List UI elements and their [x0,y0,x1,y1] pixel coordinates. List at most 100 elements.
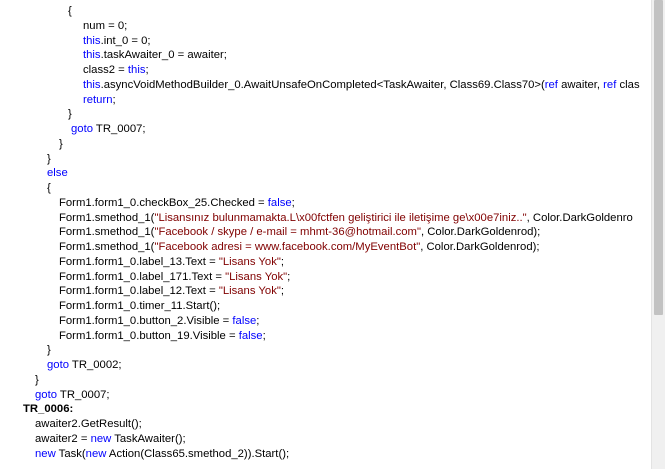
code-text: Form1.form1_0.button_19.Visible = [59,329,239,342]
code-line: else [0,166,651,181]
code-text: clas [616,78,640,91]
code-string: "Lisansınız bulunmamakta.L\x00fctfen gel… [154,211,527,224]
code-line: Form1.form1_0.checkBox_25.Checked = fals… [0,196,651,211]
code-text: ; [280,285,284,298]
code-string: "Lisans Yok" [218,285,281,298]
code-line: goto TR_0007; [0,388,651,403]
code-keyword: ref [603,78,617,91]
code-text: num = 0; [83,19,128,32]
code-text: awaiter2.GetResult(); [35,418,142,430]
code-text: } [47,152,51,165]
code-keyword: else [47,167,68,180]
code-keyword: new [35,447,56,460]
code-line: Form1.form1_0.timer_11.Start(); [0,299,651,314]
code-line: goto TR_0007; [0,122,651,137]
code-keyword: goto [35,388,57,401]
code-line: Form1.form1_0.label_12.Text = "Lisans Yo… [0,284,651,299]
code-line: return; [0,93,651,108]
code-keyword: false [232,314,257,327]
code-line: new Task(new Action(Class65.smethod_2)).… [0,447,651,462]
code-label: TR_0006: [23,403,74,416]
code-text: Task( [55,447,86,460]
code-text: } [68,108,72,121]
code-text: , Color.DarkGoldenrod); [420,241,540,253]
code-line: } [0,137,651,152]
code-text: .asyncVoidMethodBuilder_0.AwaitUnsafeOnC… [100,78,545,91]
code-text: TaskAwaiter(); [111,432,186,445]
code-text: { [47,182,51,194]
code-text: ; [287,270,291,283]
code-line: num = 0; [0,19,651,34]
code-keyword: this [83,34,101,47]
code-text: awaiter, [557,78,604,91]
code-text: Form1.form1_0.label_171.Text = [59,270,226,283]
code-text: } [47,344,51,357]
code-text: , Color.DarkGoldenrod); [420,226,541,239]
code-line: this.asyncVoidMethodBuilder_0.AwaitUnsaf… [0,78,651,93]
code-text: TR_0007; [93,123,146,135]
code-text: ; [280,255,284,268]
scrollbar-thumb[interactable] [654,0,663,315]
code-line: awaiter2 = new TaskAwaiter(); [0,432,651,447]
code-line: Form1.smethod_1("Lisansınız bulunmamakta… [0,211,651,226]
code-text: .int_0 = 0; [100,34,151,47]
code-keyword: false [267,196,292,209]
code-text: Form1.form1_0.label_12.Text = [59,285,219,298]
code-text: class2 = [83,64,128,76]
code-text: Form1.form1_0.timer_11.Start(); [59,300,221,312]
code-text: } [35,373,39,386]
code-line: } [0,152,651,167]
code-line: goto TR_0002; [0,358,651,373]
code-text: Form1.form1_0.checkBox_25.Checked = [59,196,268,209]
code-text: ; [262,329,266,342]
code-keyword: new [85,447,107,460]
code-text: { [68,5,72,17]
code-line: Form1.form1_0.label_13.Text = "Lisans Yo… [0,255,651,270]
code-line: class2 = this; [0,63,651,78]
code-line: { [0,181,651,196]
code-line: awaiter2.GetResult(); [0,417,651,432]
code-line: this.int_0 = 0; [0,34,651,49]
code-string: "Lisans Yok" [218,255,281,268]
code-keyword: return [83,93,113,106]
code-string: "Facebook adresi = www.facebook.com/MyEv… [154,241,421,253]
code-string: "Lisans Yok" [225,270,288,283]
code-keyword: this [83,78,101,91]
code-text: Form1.smethod_1( [59,211,155,224]
code-line: } [0,343,651,358]
code-line: Form1.smethod_1("Facebook adresi = www.f… [0,240,651,255]
code-text: Action(Class65.smethod_2)).Start(); [106,447,290,460]
code-text: ; [291,196,295,209]
code-keyword: ref [544,78,558,91]
code-line: { [0,4,651,19]
code-keyword: this [83,49,101,62]
code-line: Form1.form1_0.label_171.Text = "Lisans Y… [0,270,651,285]
code-text: TR_0007; [57,388,110,401]
code-text: ; [112,93,116,106]
code-line: Form1.smethod_1("Facebook / skype / e-ma… [0,225,651,240]
vertical-scrollbar[interactable] [651,0,665,469]
code-text: } [59,137,63,150]
code-text: ; [145,64,149,76]
code-text: TR_0002; [69,359,122,371]
code-keyword: goto [47,359,69,371]
code-line: } [0,373,651,388]
code-keyword: this [127,64,146,76]
code-editor[interactable]: {num = 0; this.int_0 = 0; this.taskAwaiter… [0,0,651,469]
code-text: Form1.form1_0.label_13.Text = [59,255,219,268]
code-line: TR_0006: [0,402,651,417]
code-keyword: new [90,432,112,445]
code-line: this.taskAwaiter_0 = awaiter; [0,48,651,63]
code-line: Form1.form1_0.button_19.Visible = false; [0,329,651,344]
code-line: } [0,107,651,122]
code-text: , Color.DarkGoldenro [526,211,633,224]
code-string: "Facebook / skype / e-mail = mhmt-36@hot… [154,226,421,239]
code-line: Form1.form1_0.button_2.Visible = false; [0,314,651,329]
code-text: ; [256,314,260,327]
code-text: Form1.form1_0.button_2.Visible = [59,314,233,327]
code-keyword: false [238,329,263,342]
code-text: Form1.smethod_1( [59,226,155,239]
code-viewer-window: {num = 0; this.int_0 = 0; this.taskAwaiter… [0,0,665,469]
code-text: .taskAwaiter_0 = awaiter; [100,49,227,62]
code-keyword: goto [71,123,93,135]
